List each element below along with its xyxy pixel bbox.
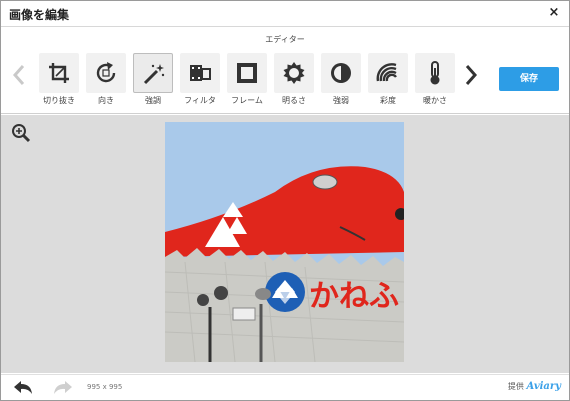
edit-image-dialog: 画像を編集 × エディター 切り抜き 向き 強調 フィルタ フレーム 明るさ 強… bbox=[0, 0, 570, 401]
tool-label: 強調 bbox=[145, 96, 161, 105]
dialog-title: 画像を編集 bbox=[9, 8, 70, 22]
image-dimensions: 995 x 995 bbox=[87, 383, 123, 391]
tool-saturation-box bbox=[368, 53, 408, 93]
edited-photo[interactable]: かねふ bbox=[165, 122, 404, 362]
tool-label: フィルタ bbox=[184, 96, 216, 105]
tool-orientation[interactable]: 向き bbox=[86, 53, 126, 109]
zoom-in-icon[interactable] bbox=[11, 123, 31, 143]
tool-label: 彩度 bbox=[380, 96, 396, 105]
tool-crop-box bbox=[39, 53, 79, 93]
tool-warmth[interactable]: 暖かさ bbox=[415, 53, 455, 109]
close-icon[interactable]: × bbox=[547, 6, 561, 20]
photo-illustration: かねふ bbox=[165, 122, 404, 362]
provider-credit: 提供 Aviary bbox=[508, 381, 561, 392]
dialog-footer: 995 x 995 提供 Aviary bbox=[1, 374, 569, 400]
thermometer-icon bbox=[430, 61, 440, 85]
credit-prefix: 提供 bbox=[507, 382, 524, 391]
tool-brightness[interactable]: 明るさ bbox=[274, 53, 314, 109]
tool-warmth-box bbox=[415, 53, 455, 93]
frame-icon bbox=[237, 63, 257, 83]
redo-icon[interactable] bbox=[53, 380, 73, 396]
editor-heading: エディター bbox=[265, 35, 305, 44]
tool-orientation-box bbox=[86, 53, 126, 93]
editor-toolbar: エディター 切り抜き 向き 強調 フィルタ フレーム 明るさ 強弱 彩度 暖かさ… bbox=[1, 28, 569, 114]
tool-contrast[interactable]: 強弱 bbox=[321, 53, 361, 109]
tool-label: フレーム bbox=[231, 96, 263, 105]
tool-enhance[interactable]: 強調 bbox=[133, 53, 173, 109]
tool-label: 切り抜き bbox=[43, 96, 75, 105]
tool-frame[interactable]: フレーム bbox=[227, 53, 267, 109]
image-canvas: かねふ bbox=[1, 115, 569, 373]
magic-wand-icon bbox=[143, 64, 165, 85]
brightness-icon bbox=[283, 62, 305, 84]
aviary-logo: Aviary bbox=[526, 381, 561, 392]
save-button[interactable]: 保存 bbox=[499, 67, 559, 91]
crop-icon bbox=[49, 63, 69, 83]
saturation-icon bbox=[376, 63, 397, 82]
tool-brightness-box bbox=[274, 53, 314, 93]
tool-filter-box bbox=[180, 53, 220, 93]
rotate-icon bbox=[96, 62, 116, 83]
tool-frame-box bbox=[227, 53, 267, 93]
tool-label: 暖かさ bbox=[423, 96, 447, 105]
tool-label: 向き bbox=[98, 96, 114, 105]
contrast-icon bbox=[331, 63, 351, 83]
tool-filter[interactable]: フィルタ bbox=[180, 53, 220, 109]
chevron-left-icon[interactable] bbox=[9, 63, 29, 87]
tool-enhance-box bbox=[133, 53, 173, 93]
undo-icon[interactable] bbox=[13, 380, 33, 396]
tool-label: 明るさ bbox=[282, 96, 306, 105]
dialog-titlebar: 画像を編集 × bbox=[1, 1, 569, 27]
tool-contrast-box bbox=[321, 53, 361, 93]
tool-label: 強弱 bbox=[333, 96, 349, 105]
chevron-right-icon[interactable] bbox=[461, 63, 481, 87]
tool-crop[interactable]: 切り抜き bbox=[39, 53, 79, 109]
filter-icon bbox=[190, 65, 211, 81]
tool-saturation[interactable]: 彩度 bbox=[368, 53, 408, 109]
building-sign-text: かねふ bbox=[309, 279, 399, 314]
